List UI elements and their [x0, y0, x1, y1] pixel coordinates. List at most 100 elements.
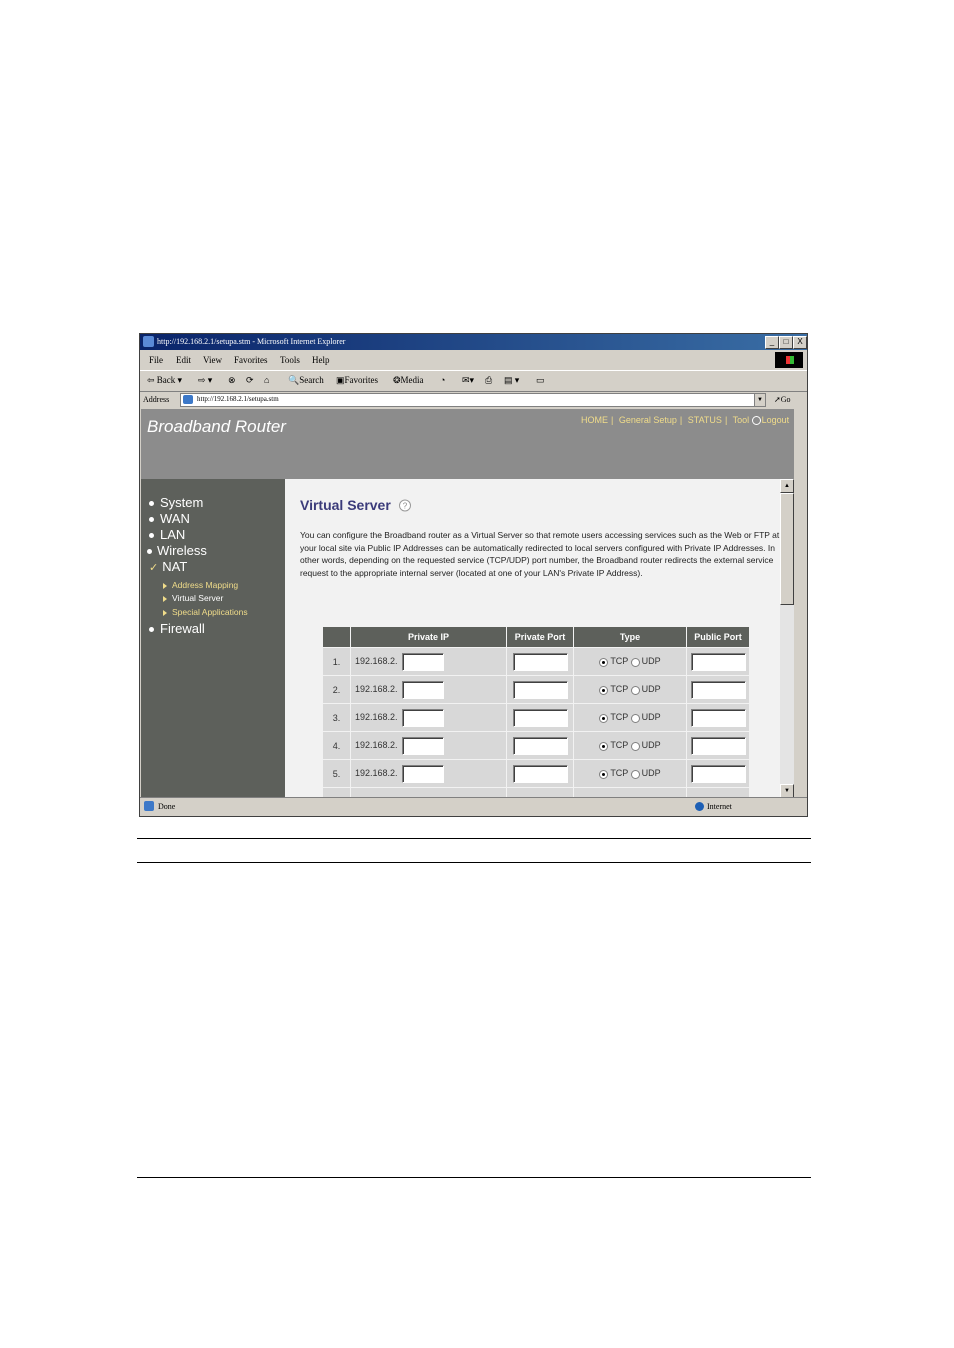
row-number: 5.: [323, 760, 350, 787]
udp-label: UDP: [641, 712, 661, 723]
tcp-radio[interactable]: [599, 713, 609, 723]
private-port-input[interactable]: [512, 680, 568, 699]
sidebar-sub-virtual-server[interactable]: Virtual Server: [163, 593, 223, 603]
nav-general-setup[interactable]: General Setup: [619, 415, 677, 425]
tcp-radio[interactable]: [599, 741, 609, 751]
bullet-icon: [147, 549, 152, 555]
private-ip-input[interactable]: [401, 708, 444, 727]
print-icon[interactable]: ⎙: [485, 375, 492, 386]
sidebar-sub-address-mapping[interactable]: Address Mapping: [163, 580, 238, 590]
public-port-input[interactable]: [690, 652, 746, 671]
col-header-type: Type: [574, 627, 686, 647]
tcp-label: TCP: [610, 684, 629, 695]
udp-radio[interactable]: [630, 685, 640, 695]
sidebar-item-wan[interactable]: WAN: [149, 511, 190, 526]
tcp-radio[interactable]: [599, 657, 609, 667]
media-button[interactable]: ❂Media: [393, 375, 424, 386]
private-ip-input[interactable]: [401, 652, 444, 671]
ie-icon: [143, 336, 154, 347]
ip-prefix: 192.168.2.: [355, 683, 398, 694]
media-icon: ❂: [393, 375, 401, 385]
udp-label: UDP: [641, 768, 661, 779]
help-icon[interactable]: ?: [398, 499, 412, 512]
divider: [137, 862, 811, 863]
router-header: Broadband Router HOME | General Setup | ST…: [141, 409, 794, 479]
favorites-icon: ▣: [336, 375, 345, 385]
refresh-icon[interactable]: ⟳: [246, 375, 254, 386]
sidebar-item-system[interactable]: System: [149, 495, 203, 510]
history-icon[interactable]: ◔: [440, 375, 445, 385]
scroll-up-icon[interactable]: ▲: [780, 479, 794, 493]
menu-tools[interactable]: Tools: [280, 355, 300, 365]
udp-radio[interactable]: [630, 657, 640, 667]
ip-prefix: 192.168.2.: [355, 655, 398, 666]
menu-help[interactable]: Help: [312, 355, 330, 365]
nav-home[interactable]: HOME: [581, 415, 608, 425]
search-button[interactable]: 🔍Search: [288, 375, 324, 386]
udp-radio[interactable]: [630, 769, 640, 779]
check-icon: ✓: [149, 562, 159, 574]
menu-file[interactable]: File: [149, 355, 163, 365]
edit-icon[interactable]: ▤ ▾: [504, 375, 519, 386]
go-arrow-icon: ➚: [774, 395, 781, 404]
table-row: 2. 192.168.2. TCP UDP: [323, 676, 749, 703]
private-port-input[interactable]: [512, 736, 568, 755]
nav-tool[interactable]: Tool: [733, 415, 750, 425]
favorites-button[interactable]: ▣Favorites: [336, 375, 378, 386]
forward-button[interactable]: ⇨ ▾: [198, 375, 212, 386]
address-label: Address: [143, 395, 170, 404]
scroll-down-icon[interactable]: ▼: [780, 784, 794, 798]
vertical-scrollbar[interactable]: ▲ ▼: [780, 479, 794, 798]
tcp-radio[interactable]: [599, 685, 609, 695]
address-input[interactable]: http://192.168.2.1/setupa.stm: [180, 393, 764, 407]
private-ip-input[interactable]: [401, 736, 444, 755]
sidebar-item-wireless[interactable]: Wireless: [147, 543, 207, 558]
back-button[interactable]: ⇦ Back ▾: [147, 375, 182, 386]
public-port-input[interactable]: [690, 708, 746, 727]
page-title: Virtual Server: [300, 497, 391, 513]
windows-logo-icon: [775, 352, 803, 368]
address-dropdown-icon[interactable]: ▼: [754, 393, 766, 407]
nav-status[interactable]: STATUS: [688, 415, 722, 425]
messenger-icon[interactable]: ▭: [536, 375, 545, 386]
close-button[interactable]: X: [793, 336, 807, 349]
private-port-input[interactable]: [512, 652, 568, 671]
mail-icon[interactable]: ✉▾: [462, 375, 474, 386]
private-port-input[interactable]: [512, 764, 568, 783]
private-ip-input[interactable]: [401, 764, 444, 783]
udp-radio[interactable]: [630, 713, 640, 723]
table-row: 1. 192.168.2. TCP UDP: [323, 648, 749, 675]
udp-label: UDP: [641, 656, 661, 667]
back-arrow-icon: ⇦: [147, 375, 157, 385]
col-header-public-port: Public Port: [687, 627, 749, 647]
home-icon[interactable]: ⌂: [264, 375, 269, 385]
sidebar-sub-special-applications[interactable]: Special Applications: [163, 607, 248, 617]
row-number: 3.: [323, 704, 350, 731]
sidebar-item-firewall[interactable]: Firewall: [149, 621, 205, 636]
menu-favorites[interactable]: Favorites: [234, 355, 268, 365]
scroll-thumb[interactable]: [780, 493, 794, 605]
sidebar-item-nat[interactable]: ✓ NAT: [149, 559, 187, 574]
minimize-button[interactable]: _: [765, 336, 779, 349]
zone-label: Internet: [707, 802, 732, 811]
private-ip-input[interactable]: [401, 680, 444, 699]
page-icon: [183, 395, 193, 404]
maximize-button[interactable]: □: [779, 336, 793, 349]
go-button[interactable]: ➚Go: [774, 395, 790, 404]
udp-radio[interactable]: [630, 741, 640, 751]
menu-view[interactable]: View: [203, 355, 222, 365]
sidebar-item-lan[interactable]: LAN: [149, 527, 185, 542]
menu-bar: File Edit View Favorites Tools Help: [140, 351, 807, 369]
svg-text:?: ?: [403, 502, 408, 511]
public-port-input[interactable]: [690, 764, 746, 783]
stop-icon[interactable]: ⊗: [228, 375, 236, 386]
private-port-input[interactable]: [512, 708, 568, 727]
public-port-input[interactable]: [690, 736, 746, 755]
nav-logout[interactable]: Logout: [762, 415, 790, 425]
bullet-icon: [149, 501, 154, 507]
menu-edit[interactable]: Edit: [176, 355, 191, 365]
ip-prefix: 192.168.2.: [355, 711, 398, 722]
public-port-input[interactable]: [690, 680, 746, 699]
tcp-radio[interactable]: [599, 769, 609, 779]
triangle-icon: [163, 595, 167, 602]
